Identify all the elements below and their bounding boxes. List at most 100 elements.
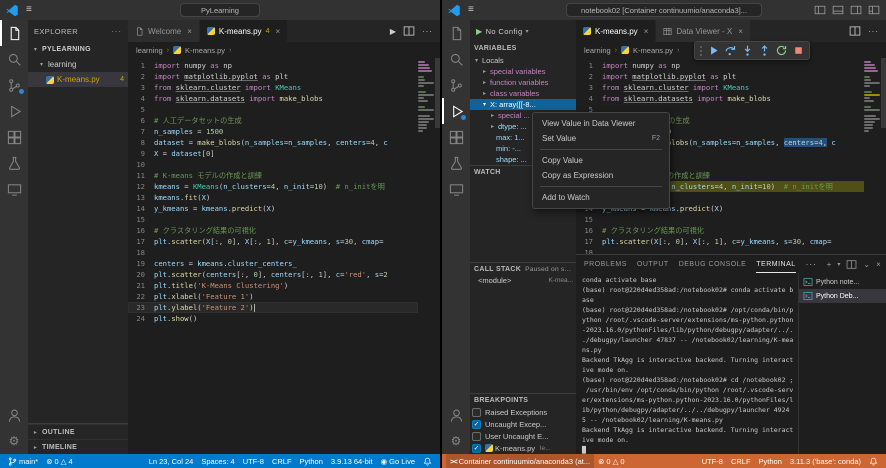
menu-icon[interactable]: ≡ (26, 5, 32, 15)
code-line[interactable]: 3 from sklearn.cluster import KMeans (128, 82, 418, 93)
minimap[interactable] (864, 61, 880, 133)
restart-button[interactable] (775, 44, 788, 57)
extensions-icon[interactable] (0, 124, 28, 150)
menu-icon[interactable]: ≡ (468, 5, 474, 15)
breadcrumb-item[interactable]: K-means.py (185, 46, 225, 55)
new-terminal-icon[interactable]: + (827, 260, 832, 269)
checkbox[interactable]: ✓ (472, 443, 481, 453)
cursor-position-item[interactable]: Ln 23, Col 24 (145, 454, 198, 468)
interpreter-item[interactable]: 3.9.13 64-bit (327, 454, 377, 468)
toggle-sidebar-icon[interactable] (814, 4, 826, 16)
problems-item[interactable]: ⊗ 0 △ 4 (42, 454, 76, 468)
step-out-button[interactable] (758, 44, 771, 57)
scrollbar[interactable] (435, 58, 440, 128)
context-menu-item[interactable]: Add to Watch (533, 190, 669, 205)
stop-button[interactable] (792, 44, 805, 57)
code-line[interactable]: 18 (128, 247, 418, 258)
split-terminal-icon[interactable] (846, 259, 857, 270)
panel-more-icon[interactable]: ··· (806, 260, 817, 269)
close-icon[interactable]: × (738, 27, 743, 36)
code-line[interactable]: 4 from sklearn.datasets import make_blobs (576, 93, 864, 104)
source-control-icon[interactable] (442, 72, 470, 98)
code-line[interactable]: 4 from sklearn.datasets import make_blobs (128, 93, 418, 104)
code-line[interactable]: 11# K-means モデルの作成と訓練 (128, 170, 418, 181)
split-editor-icon[interactable] (403, 25, 415, 37)
step-into-button[interactable] (741, 44, 754, 57)
code-line[interactable]: 2 import matplotlib.pyplot as plt (128, 71, 418, 82)
code-line[interactable]: 3 from sklearn.cluster import KMeans (576, 82, 864, 93)
settings-gear-icon[interactable]: ⚙ (0, 428, 28, 454)
terminal-dropdown-icon[interactable]: ▾ (837, 261, 840, 268)
source-control-icon[interactable] (0, 72, 28, 98)
toggle-secondary-sidebar-icon[interactable] (850, 4, 862, 16)
explorer-icon[interactable] (0, 20, 28, 46)
tab-kmeans[interactable]: K-means.py × (576, 20, 657, 42)
tab-welcome[interactable]: Welcome × (128, 20, 200, 42)
encoding-item[interactable]: UTF-8 (698, 454, 727, 468)
terminal-item-active[interactable]: Python Deb... (799, 289, 886, 303)
command-center[interactable]: notebook02 [Container continuumio/anacon… (566, 3, 762, 17)
extensions-icon[interactable] (442, 124, 470, 150)
checkbox[interactable] (472, 407, 481, 417)
code-line[interactable]: 21 plt.title('K-Means Clustering') (128, 280, 418, 291)
code-line[interactable]: 17 plt.scatter(X[:, 0], X[:, 1], c=y_kmea… (128, 236, 418, 247)
var-item-selected[interactable]: ▾ X: array([[-8... (470, 99, 576, 110)
git-branch-item[interactable]: main* (4, 454, 42, 468)
scope-locals[interactable]: ▾ Locals (470, 55, 576, 66)
continue-button[interactable] (707, 44, 720, 57)
close-icon[interactable]: × (644, 27, 649, 36)
drag-handle[interactable] (699, 44, 703, 57)
breakpoint-item[interactable]: Raised Exceptions (470, 406, 576, 418)
close-icon[interactable]: × (187, 27, 192, 36)
testing-icon[interactable] (0, 150, 28, 176)
code-line[interactable]: 6# 人工データセットの生成 (128, 115, 418, 126)
scrollbar[interactable] (881, 58, 886, 128)
code-line[interactable]: 7n_samples = 1500 (128, 126, 418, 137)
code-line[interactable]: 5 (128, 104, 418, 115)
context-menu-item[interactable]: Set Value F2 (533, 131, 669, 146)
context-menu-item[interactable]: Copy as Expression (533, 168, 669, 183)
close-panel-icon[interactable]: × (876, 260, 881, 269)
run-debug-icon[interactable] (0, 98, 28, 124)
panel-tab-problems[interactable]: PROBLEMS (584, 255, 627, 273)
code-line[interactable]: 2 import matplotlib.pyplot as plt (576, 71, 864, 82)
go-live-item[interactable]: ◉ Go Live (377, 454, 419, 468)
code-line[interactable]: 15 (128, 214, 418, 225)
var-item[interactable]: ▸ class variables (470, 88, 576, 99)
code-line[interactable]: 22 plt.xlabel('Feature 1') (128, 291, 418, 302)
command-center[interactable]: PyLearning (180, 3, 260, 17)
watch-header[interactable]: WATCH (474, 169, 501, 176)
code-line[interactable]: 8dataset = make_blobs(n_samples=n_sample… (128, 137, 418, 148)
split-editor-icon[interactable] (849, 25, 861, 37)
var-item[interactable]: ▸ function variables (470, 77, 576, 88)
editor-more-icon[interactable]: ··· (422, 27, 433, 36)
checkbox[interactable]: ✓ (472, 419, 481, 429)
breadcrumb-item[interactable]: learning (136, 46, 163, 55)
code-line[interactable]: 16 # クラスタリング結果の可視化 (576, 225, 864, 236)
start-debug-icon[interactable]: ▶ (476, 27, 483, 36)
customize-layout-icon[interactable] (868, 4, 880, 16)
language-item[interactable]: Python (755, 454, 786, 468)
code-line[interactable]: 12kmeans = KMeans(n_clusters=4, n_init=1… (128, 181, 418, 192)
run-file-icon[interactable]: ▶ (390, 27, 396, 36)
settings-gear-icon[interactable]: ⚙ (442, 428, 470, 454)
minimap[interactable] (418, 61, 434, 133)
breakpoint-item[interactable]: User Uncaught E... (470, 430, 576, 442)
file-kmeans[interactable]: K-means.py 4 (28, 72, 128, 87)
testing-icon[interactable] (442, 150, 470, 176)
remote-explorer-icon[interactable] (442, 176, 470, 202)
explorer-more-icon[interactable]: ··· (111, 27, 122, 36)
code-line[interactable]: 9X = dataset[0] (128, 148, 418, 159)
explorer-icon[interactable] (442, 20, 470, 46)
indentation-item[interactable]: Spaces: 4 (197, 454, 238, 468)
encoding-item[interactable]: UTF-8 (239, 454, 268, 468)
call-stack-header[interactable]: CALL STACK (474, 266, 521, 273)
stack-frame[interactable]: <module> K-mea... (470, 275, 576, 286)
notifications-item[interactable] (865, 454, 882, 468)
remote-indicator[interactable]: >< Container continuumio/anaconda3 (at..… (446, 454, 595, 468)
folder-learning[interactable]: ▾ learning (28, 57, 128, 72)
context-menu-item[interactable]: Copy Value (533, 153, 669, 168)
code-editor-left[interactable]: 1 import numpy as np 2 import matplotlib.py… (128, 58, 440, 454)
account-icon[interactable] (442, 402, 470, 428)
panel-tab-debug-console[interactable]: DEBUG CONSOLE (679, 255, 747, 273)
